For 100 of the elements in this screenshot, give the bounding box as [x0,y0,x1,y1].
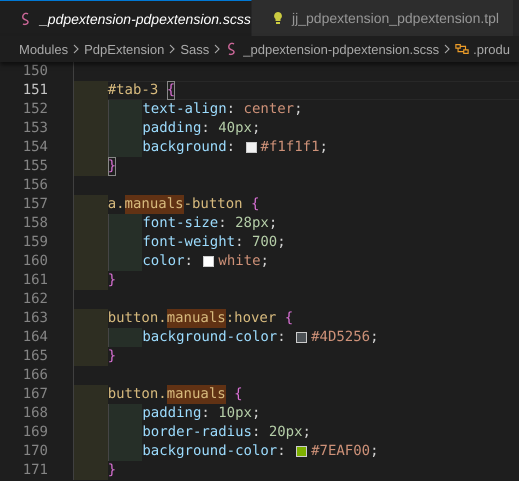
property-name: text-align [142,100,227,119]
breadcrumb-item[interactable]: Modules [19,42,68,56]
selector-text: button. [108,385,167,404]
indent-band [74,309,108,328]
property-value: #f1f1f1 [260,138,320,157]
indent-band [108,442,142,461]
property-name: padding [142,404,202,423]
breadcrumb-item[interactable]: PdpExtension [84,42,164,56]
indent-band [108,404,142,423]
line-number: 157 [22,195,48,214]
punctuation: ; [260,252,269,271]
indent-band [74,195,108,214]
line-number: 151 [22,81,48,100]
chevron-icon [214,44,220,54]
line-number: 164 [22,328,48,347]
punctuation: ; [294,100,303,119]
line-number: 160 [22,252,48,271]
line-number: 154 [22,138,48,157]
highlighted-word: manuals [166,385,226,404]
punctuation: : [235,233,244,252]
color-swatch[interactable] [246,142,257,153]
line-number: 163 [22,309,48,328]
indent-band [74,81,108,100]
indent-band [108,214,142,233]
number-value: 40px [218,119,252,138]
property-name: font-size [142,214,218,233]
number-value: 20px [268,423,303,442]
punctuation: : [218,214,227,233]
color-swatch[interactable] [203,256,214,267]
property-name: background [142,138,227,157]
brace: { [251,195,260,214]
property-value: center [244,100,294,119]
chevron-icon [73,44,80,54]
matched-brace: } [108,157,116,176]
punctuation: ; [370,442,379,461]
line-number: 169 [22,423,48,442]
line-number: 159 [22,233,48,252]
selector-text: #tab-3 [108,81,158,100]
number-value: 10px [218,404,252,423]
indent-band [74,157,108,176]
punctuation: : [252,423,260,442]
breadcrumb-item[interactable]: Sass [180,42,210,56]
punctuation: ; [320,138,328,157]
line-number: 162 [22,290,48,309]
selector-text: :hover [226,309,276,328]
property-name: background-color [142,442,278,461]
brace: } [108,271,116,290]
color-swatch[interactable] [296,446,308,457]
chevron-icon [169,44,176,54]
property-value: white [218,252,261,271]
chevron-icon [444,44,450,54]
breadcrumb-item[interactable]: .produ [473,42,510,56]
punctuation: ; [277,233,286,252]
punctuation: : [226,138,236,157]
indent-band [108,328,142,347]
indent-band [74,347,108,366]
indent-band [74,271,108,290]
selector-text: a. [108,195,125,214]
punctuation: ; [252,404,260,423]
indent-band [74,461,108,480]
brace: { [284,309,294,328]
indent-band [108,138,142,157]
color-swatch[interactable] [296,332,308,343]
punctuation: : [277,442,286,461]
number-value: 28px [235,214,269,233]
line-number: 168 [22,404,48,423]
highlighted-word: manuals [124,195,184,214]
breadcrumb-item[interactable]: _pdpextension-pdpextension.scss [243,42,440,56]
punctuation: : [201,404,210,423]
editor-tab[interactable]: _pdpextension-pdpextension.scss [0,0,252,36]
line-number: 167 [22,385,48,404]
editor-tab[interactable]: jj_pdpextension_pdpextension.tpl [252,0,514,36]
punctuation: ; [268,214,278,233]
number-value: 700 [252,233,278,252]
brace: } [108,461,116,480]
line-number: 165 [22,347,48,366]
property-name: font-weight [142,233,236,252]
line-number: 171 [22,461,48,480]
property-value: #7EAF00 [311,442,370,461]
property-name: background-color [142,328,278,347]
line-number: 155 [22,157,48,176]
line-number: 158 [22,214,48,233]
highlighted-word: manuals [166,309,226,328]
property-name: color [142,252,185,271]
punctuation: ; [302,423,311,442]
line-number: 153 [22,119,48,138]
punctuation: : [184,252,193,271]
brace: } [108,347,116,366]
line-number: 156 [22,176,48,195]
indent-band [108,252,142,271]
punctuation: ; [252,119,260,138]
property-value: #4D5256 [311,328,370,347]
line-number: 152 [22,100,48,119]
matched-brace: { [166,81,176,100]
selector-text: -button [184,195,243,214]
line-number: 166 [22,366,48,385]
property-name: padding [142,119,202,138]
indent-band [74,385,108,404]
line-number: 170 [22,442,48,461]
brace: { [234,385,243,404]
